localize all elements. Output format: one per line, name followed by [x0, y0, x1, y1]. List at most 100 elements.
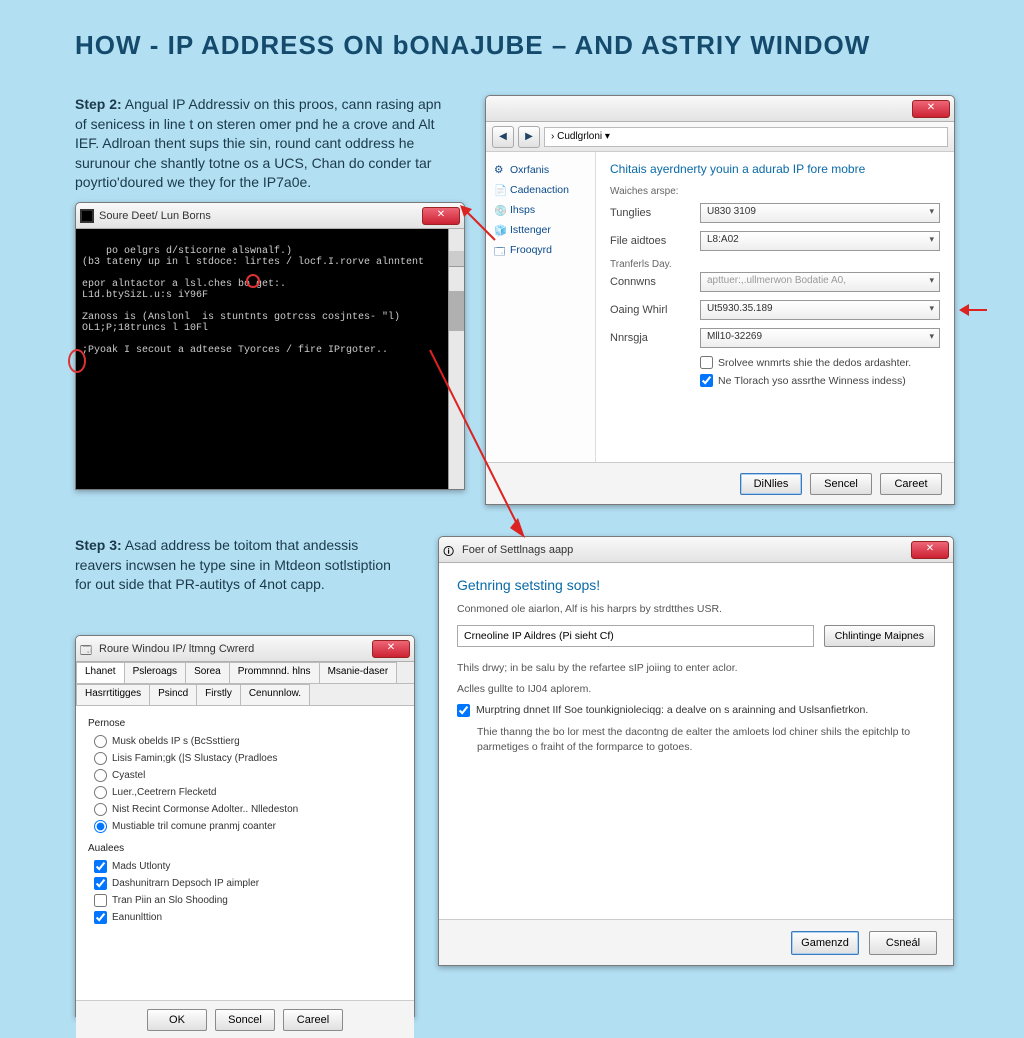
- settings-title: Foer of Settlnags aapp: [462, 544, 911, 556]
- close-button[interactable]: ✕: [912, 100, 950, 118]
- tab[interactable]: Psincd: [149, 684, 197, 705]
- cfg-sublabel: Tranferls Day.: [610, 259, 940, 270]
- radio[interactable]: [94, 752, 107, 765]
- dropdown[interactable]: Mll10-32269: [700, 328, 940, 348]
- settings-desc: Conmoned ole aiarlon, Alf is his harprs …: [457, 603, 935, 615]
- page-icon: 📄: [494, 184, 506, 196]
- checkbox[interactable]: [700, 356, 713, 369]
- command-prompt-window: Soure Deet/ Lun Borns ✕ po oelgrs d/stic…: [75, 202, 465, 490]
- dropdown[interactable]: apttuer:,.ullmerwon Bodatie A0,: [700, 272, 940, 292]
- tab[interactable]: Msanie-daser: [319, 662, 398, 683]
- tab[interactable]: Firstly: [196, 684, 241, 705]
- close-button[interactable]: ✕: [422, 207, 460, 225]
- sidebar-item[interactable]: ⚙Oxrfanis: [492, 160, 589, 180]
- change-button[interactable]: Chlintinge Maipnes: [824, 625, 935, 647]
- cancel-button[interactable]: Csneál: [869, 931, 937, 955]
- checkbox-line[interactable]: Eanunlttion: [88, 909, 402, 926]
- annotation-arrow: [959, 300, 989, 320]
- settings-window: 🛈 Foer of Settlnags aapp ✕ Getnring sets…: [438, 536, 954, 966]
- breadcrumb[interactable]: › Cudlgrloni ▾: [544, 127, 948, 147]
- step3-label: Step 3:: [75, 537, 122, 553]
- checkbox-line[interactable]: Tran Piin an Slo Shooding: [88, 892, 402, 909]
- cfg-main: Chitais ayerdnerty youin a adurab IP for…: [596, 152, 954, 462]
- sidebar-item[interactable]: 📄Cadenaction: [492, 180, 589, 200]
- checkbox-line[interactable]: Srolvee wnmrts shie the dedos ardashter.: [700, 356, 940, 369]
- check-label: Mads Utlonty: [112, 861, 170, 872]
- radio-line[interactable]: Musk obelds IP s (BcSsttierg: [88, 733, 402, 750]
- cube-icon: 🧊: [494, 224, 506, 236]
- checkbox[interactable]: [94, 894, 107, 907]
- page-title: HOW - IP ADDRESS ON bONAJUBE – AND ASTRI…: [75, 30, 870, 61]
- sidebar-item[interactable]: 💿Ihsps: [492, 200, 589, 220]
- field-label: File aidtoes: [610, 235, 700, 247]
- step3-text: Step 3: Asad address be toitom that ande…: [75, 536, 405, 595]
- cmd-output: po oelgrs d/sticorne alswnalf.) (b3 tate…: [82, 246, 424, 356]
- checkbox-line[interactable]: Ne Tlorach yso assrthe Winness indess): [700, 374, 940, 387]
- options-window: 🗔 Roure Windou IP/ ltmng Cwrerd ✕ Lhanet…: [75, 635, 415, 1017]
- radio[interactable]: [94, 803, 107, 816]
- checkbox[interactable]: [457, 704, 470, 717]
- cancel-button[interactable]: Careel: [283, 1009, 343, 1031]
- radio-line[interactable]: Cyastel: [88, 767, 402, 784]
- scrollbar[interactable]: ▲: [448, 229, 464, 489]
- settings-titlebar[interactable]: 🛈 Foer of Settlnags aapp ✕: [439, 537, 953, 563]
- checkbox-line[interactable]: Mads Utlonty: [88, 858, 402, 875]
- radio[interactable]: [94, 820, 107, 833]
- sidebar-item[interactable]: 🗔Frooqyrd: [492, 240, 589, 260]
- close-button[interactable]: ✕: [911, 541, 949, 559]
- radio-label: Nist Recint Cormonse Adolter.. Nlledesto…: [112, 804, 298, 815]
- checkbox[interactable]: [94, 877, 107, 890]
- field-label: Tunglies: [610, 207, 700, 219]
- radio[interactable]: [94, 786, 107, 799]
- radio[interactable]: [94, 769, 107, 782]
- opts-tabs: Lhanet Psleroags Sorea Prommnnd. hlns Ms…: [76, 662, 414, 684]
- cmd-body[interactable]: po oelgrs d/sticorne alswnalf.) (b3 tate…: [76, 229, 464, 489]
- checkbox[interactable]: [94, 860, 107, 873]
- radio-line[interactable]: Nist Recint Cormonse Adolter.. Nlledesto…: [88, 801, 402, 818]
- checkbox[interactable]: [94, 911, 107, 924]
- checkbox[interactable]: [700, 374, 713, 387]
- apply-button[interactable]: Sencel: [810, 473, 872, 495]
- cmd-titlebar[interactable]: Soure Deet/ Lun Borns ✕: [76, 203, 464, 229]
- config-window: ✕ ◀ ▶ › Cudlgrloni ▾ ⚙Oxrfanis 📄Cadenact…: [485, 95, 955, 505]
- opts-footer: OK Soncel Careel: [76, 1000, 414, 1038]
- radio-label: Mustiable tril comune pranmj coanter: [112, 821, 276, 832]
- settings-sub2: Aclles gullte to IJ04 aplorem.: [457, 682, 935, 697]
- ok-button[interactable]: OK: [147, 1009, 207, 1031]
- scroll-thumb[interactable]: [449, 291, 464, 331]
- check-label: Dashunitrarn Depsoch IP aimpler: [112, 878, 259, 889]
- tab[interactable]: Prommnnd. hlns: [229, 662, 320, 683]
- opts-titlebar[interactable]: 🗔 Roure Windou IP/ ltmng Cwrerd ✕: [76, 636, 414, 662]
- cancel-button[interactable]: Careet: [880, 473, 942, 495]
- apply-button[interactable]: Soncel: [215, 1009, 275, 1031]
- tab[interactable]: Psleroags: [124, 662, 186, 683]
- dropdown[interactable]: U830 3109: [700, 203, 940, 223]
- tab[interactable]: Cenunnlow.: [240, 684, 310, 705]
- cfg-titlebar[interactable]: ✕: [486, 96, 954, 122]
- settings-sub1: Thils drwy; in be salu by the refartee s…: [457, 661, 935, 676]
- back-button[interactable]: ◀: [492, 126, 514, 148]
- radio-line[interactable]: Lisis Famin;gk (|S Slustacy (Pradloes: [88, 750, 402, 767]
- radio-line[interactable]: Luer.,Ceetrern Flecketd: [88, 784, 402, 801]
- radio-line[interactable]: Mustiable tril comune pranmj coanter: [88, 818, 402, 835]
- radio-label: Musk obelds IP s (BcSsttierg: [112, 736, 240, 747]
- checkbox-line[interactable]: Dashunitrarn Depsoch IP aimpler: [88, 875, 402, 892]
- form-row: TungliesU830 3109: [610, 203, 940, 223]
- radio[interactable]: [94, 735, 107, 748]
- dropdown[interactable]: Ut5930.35.189: [700, 300, 940, 320]
- forward-button[interactable]: ▶: [518, 126, 540, 148]
- form-row: NnrsgjaMll10-32269: [610, 328, 940, 348]
- disc-icon: 💿: [494, 204, 506, 216]
- ok-button[interactable]: DiNlies: [740, 473, 802, 495]
- checkbox-line[interactable]: Murptring dnnet IIf Soe tounkignioleciqg…: [457, 704, 935, 717]
- ip-address-input[interactable]: [457, 625, 814, 647]
- cfg-subhead: Waiches arspe:: [610, 186, 940, 197]
- dropdown[interactable]: L8:A02: [700, 231, 940, 251]
- ok-button[interactable]: Gamenzd: [791, 931, 859, 955]
- close-button[interactable]: ✕: [372, 640, 410, 658]
- tab[interactable]: Hasrrtitigges: [76, 684, 150, 705]
- tab[interactable]: Sorea: [185, 662, 230, 683]
- tab[interactable]: Lhanet: [76, 662, 125, 683]
- scroll-up-icon[interactable]: ▲: [449, 251, 464, 267]
- sidebar-item[interactable]: 🧊Isttenger: [492, 220, 589, 240]
